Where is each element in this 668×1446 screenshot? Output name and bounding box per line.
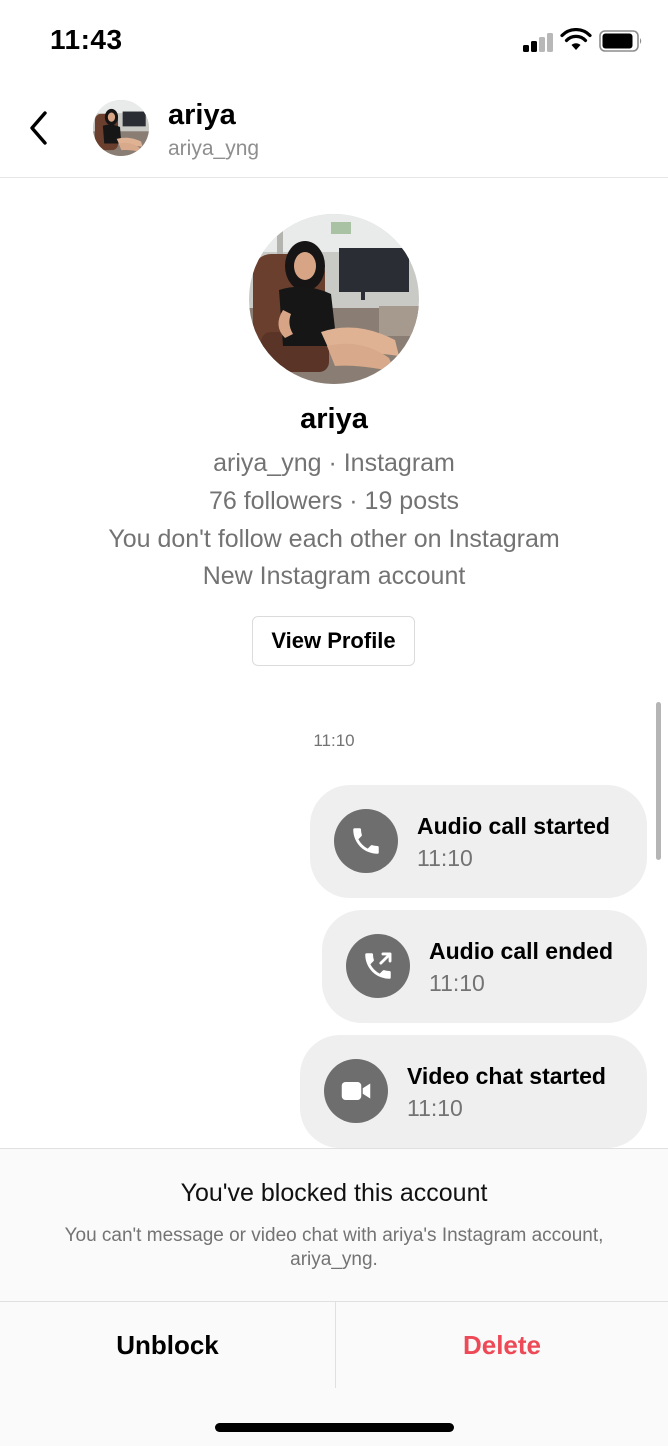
delete-button[interactable]: Delete [336, 1302, 668, 1388]
call-time: 11:10 [417, 845, 473, 871]
call-title: Video chat started [407, 1063, 606, 1089]
phone-ended-icon [346, 934, 410, 998]
phone-icon [334, 809, 398, 873]
header-name[interactable]: ariya [168, 99, 236, 132]
blocked-account-panel: You've blocked this account You can't me… [0, 1148, 668, 1446]
status-bar: 11:43 [0, 0, 668, 80]
account-note: New Instagram account [202, 562, 466, 590]
call-message-audio-ended[interactable]: Audio call ended 11:10 [322, 910, 647, 1023]
scrollbar[interactable] [656, 702, 661, 860]
chat-timestamp: 11:10 [313, 731, 355, 750]
call-time: 11:10 [429, 970, 485, 996]
video-camera-icon [324, 1059, 388, 1123]
call-title: Audio call started [417, 813, 610, 839]
call-message-video-started[interactable]: Video chat started 11:10 [300, 1035, 647, 1148]
back-chevron-icon[interactable] [24, 108, 58, 148]
unblock-button[interactable]: Unblock [0, 1302, 335, 1388]
blocked-title: You've blocked this account [180, 1179, 488, 1207]
profile-subtitle: ariya_yng · Instagram [213, 449, 455, 477]
blocked-description: You can't message or video chat with ari… [64, 1225, 604, 1270]
battery-icon [599, 30, 642, 52]
profile-stats: 76 followers · 19 posts [208, 487, 460, 515]
status-time: 11:43 [50, 24, 123, 55]
view-profile-button[interactable]: View Profile [252, 616, 415, 666]
home-indicator[interactable] [215, 1423, 454, 1432]
blocked-actions: Unblock Delete [0, 1301, 668, 1391]
wifi-icon [560, 28, 592, 50]
call-message-audio-started[interactable]: Audio call started 11:10 [310, 785, 647, 898]
header-handle[interactable]: ariya_yng [168, 137, 259, 161]
profile-avatar[interactable] [249, 214, 419, 384]
follow-status: You don't follow each other on Instagram [108, 525, 560, 553]
avatar[interactable] [93, 100, 149, 156]
call-title: Audio call ended [429, 938, 614, 964]
profile-name: ariya [300, 403, 368, 435]
cellular-signal-icon [523, 32, 555, 52]
call-time: 11:10 [407, 1095, 463, 1121]
chat-header: ariya ariya_yng [0, 80, 668, 178]
